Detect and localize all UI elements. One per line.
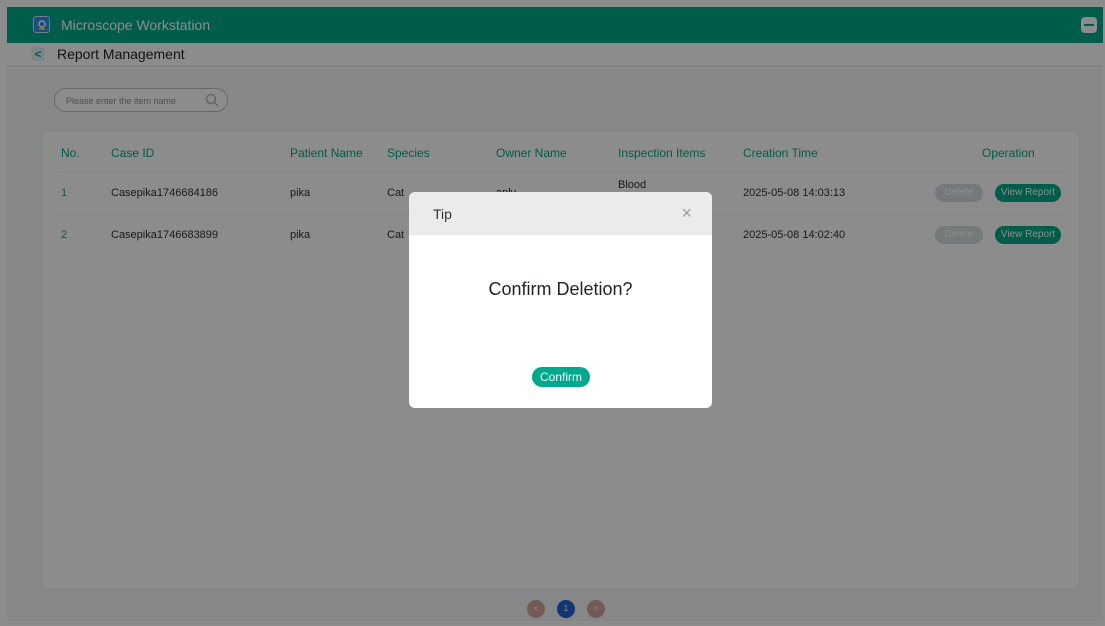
dialog-message: Confirm Deletion? xyxy=(488,279,633,299)
confirm-button[interactable]: Confirm xyxy=(532,367,590,387)
dialog-title: Tip xyxy=(433,206,452,222)
close-icon[interactable]: × xyxy=(681,204,692,222)
dialog-header: Tip × xyxy=(409,192,712,235)
confirm-dialog: Tip × Confirm Deletion? Confirm xyxy=(409,192,712,408)
